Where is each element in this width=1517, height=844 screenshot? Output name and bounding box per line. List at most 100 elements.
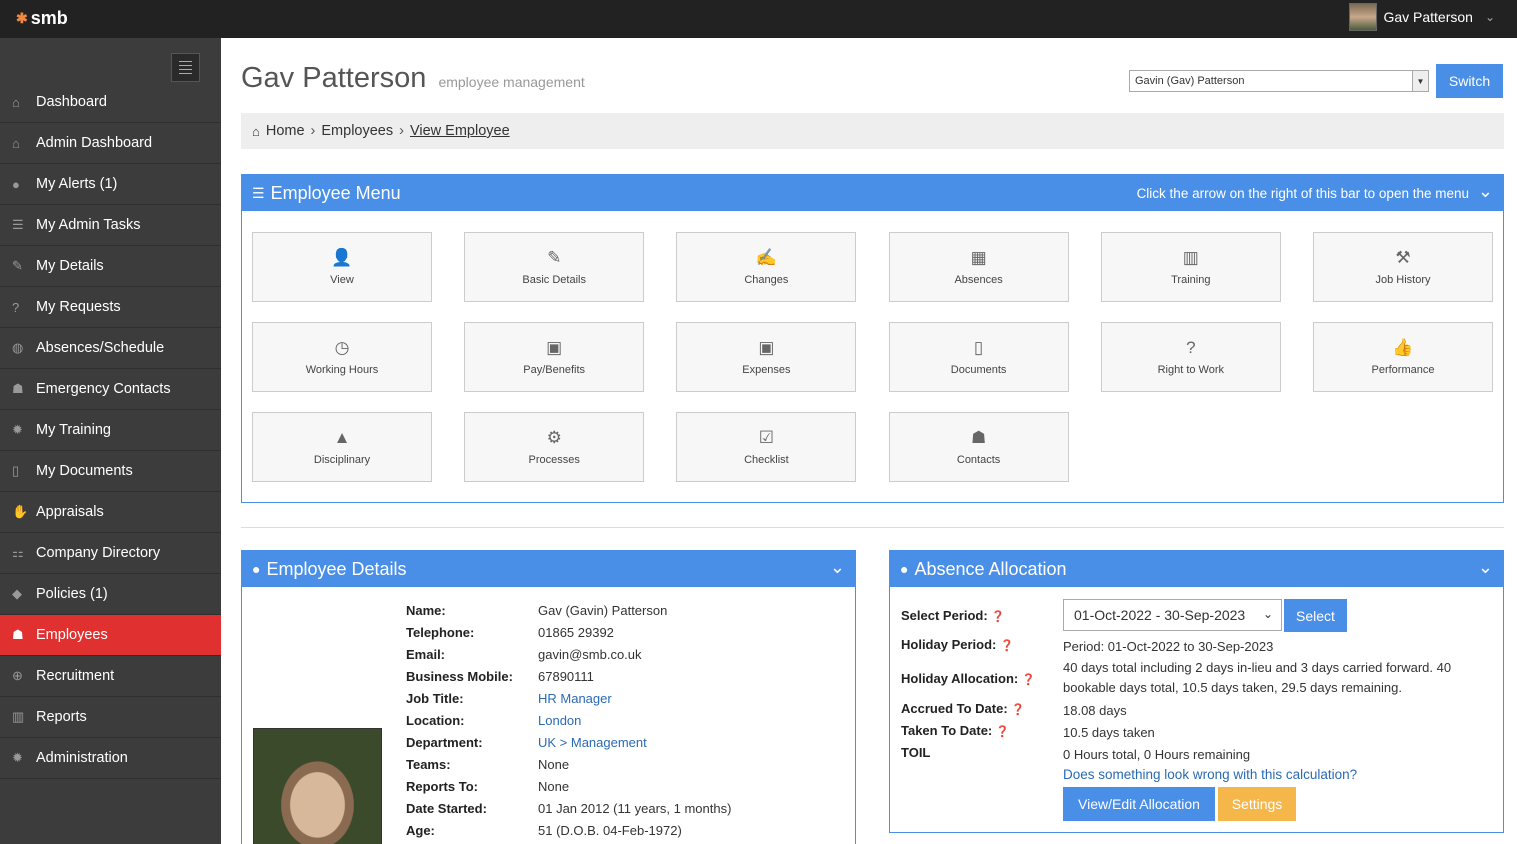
holiday-period-value: Period: 01-Oct-2022 to 30-Sep-2023 [1063, 639, 1274, 654]
detail-label: Teams: [406, 756, 451, 772]
detail-row: Job Title: HR Manager [406, 687, 612, 709]
plus-circle-icon: ⊕ [12, 668, 23, 683]
users-icon: ☗ [12, 381, 24, 396]
user-menu[interactable]: Gav Patterson ⌄ [1349, 3, 1495, 31]
sidebar-item-label: My Alerts (1) [36, 176, 118, 192]
employee-switch-select[interactable]: Gavin (Gav) Patterson ▼ [1129, 70, 1429, 92]
detail-label: Date Started: [406, 800, 487, 816]
sidebar-item-absences-schedule[interactable]: ◍ Absences/Schedule [0, 328, 221, 369]
sidebar-item-my-alerts-1[interactable]: ● My Alerts (1) [0, 164, 221, 205]
help-icon[interactable]: ❓ [1011, 704, 1025, 716]
menu-tile-view[interactable]: 👤 View [252, 232, 432, 302]
detail-row: Business Mobile: 67890111 [406, 665, 594, 687]
sidebar-item-my-details[interactable]: ✎ My Details [0, 246, 221, 287]
sidebar-item-administration[interactable]: ✹ Administration [0, 738, 221, 779]
menu-tile-label: View [330, 274, 354, 286]
question-icon: ? [12, 299, 20, 315]
sidebar-item-reports[interactable]: ▥ Reports [0, 697, 221, 738]
menu-tile-changes[interactable]: ✍ Changes [676, 232, 857, 302]
employee-menu-title: Employee Menu [270, 182, 401, 203]
menu-tile-checklist[interactable]: ☑ Checklist [676, 412, 857, 482]
menu-tile-documents[interactable]: ▯ Documents [888, 322, 1069, 392]
logo[interactable]: ✱ smb [16, 8, 68, 29]
accrued-label: Accrued To Date: ❓ [901, 701, 1025, 716]
money-icon: ▣ [546, 338, 563, 357]
detail-label: Telephone: [406, 624, 475, 640]
menu-tile-expenses[interactable]: ▣ Expenses [676, 322, 857, 392]
menu-tile-contacts[interactable]: ☗ Contacts [888, 412, 1069, 482]
absence-allocation-header[interactable]: ● Absence Allocation ⌄ [890, 551, 1503, 587]
sidebar-item-label: My Details [36, 258, 104, 274]
select-period-button[interactable]: Select [1284, 599, 1347, 632]
sidebar-item-appraisals[interactable]: ✋ Appraisals [0, 492, 221, 533]
menu-toggle-button[interactable] [171, 53, 200, 82]
sidebar-item-label: Policies (1) [36, 586, 108, 602]
user-icon: 👤 [331, 248, 353, 267]
pencil-icon: ✎ [547, 248, 562, 267]
detail-row: Teams: None [406, 753, 569, 775]
sidebar-item-employees[interactable]: ☗ Employees [0, 615, 221, 656]
menu-tile-job-history[interactable]: ⚒ Job History [1313, 232, 1493, 302]
chevron-down-icon[interactable]: ⌄ [1478, 557, 1493, 578]
breadcrumb-current[interactable]: View Employee [410, 123, 510, 139]
menu-tile-label: Contacts [956, 454, 1001, 466]
period-select[interactable]: 01-Oct-2022 - 30-Sep-2023 ⌄ [1063, 599, 1282, 631]
menu-tile-pay-benefits[interactable]: ▣ Pay/Benefits [464, 322, 645, 392]
absence-allocation-title: Absence Allocation [914, 558, 1067, 579]
menu-tile-basic-details[interactable]: ✎ Basic Details [464, 232, 645, 302]
sidebar-item-dashboard[interactable]: ⌂ Dashboard [0, 82, 221, 123]
detail-label: Name: [406, 602, 446, 618]
chevron-down-icon[interactable]: ⌄ [830, 557, 845, 578]
calculation-help-link[interactable]: Does something look wrong with this calc… [1063, 767, 1357, 782]
settings-button[interactable]: Settings [1218, 787, 1296, 821]
absence-allocation-panel: ● Absence Allocation ⌄ Select Period: ❓ … [889, 550, 1504, 833]
employee-details-panel: ● Employee Details ⌄ Name: Gav (Gavin) Pa… [241, 550, 856, 844]
menu-tile-processes[interactable]: ⚙ Processes [464, 412, 645, 482]
help-icon[interactable]: ❓ [991, 611, 1005, 623]
sidebar-item-policies-1[interactable]: ◆ Policies (1) [0, 574, 221, 615]
detail-value[interactable]: HR Manager [538, 691, 612, 706]
menu-tile-performance[interactable]: 👍 Performance [1313, 322, 1493, 392]
menu-tile-label: Basic Details [522, 274, 586, 286]
sidebar-item-label: Emergency Contacts [36, 381, 171, 397]
home-icon: ⌂ [12, 94, 20, 110]
menu-tile-right-to-work[interactable]: ? Right to Work [1100, 322, 1281, 392]
employee-menu-header[interactable]: ☰ Employee Menu Click the arrow on the r… [242, 175, 1503, 211]
chevron-down-icon[interactable]: ⌄ [1478, 181, 1493, 202]
view-edit-allocation-button[interactable]: View/Edit Allocation [1063, 787, 1215, 821]
help-icon[interactable]: ❓ [996, 726, 1010, 738]
sidebar-item-my-requests[interactable]: ? My Requests [0, 287, 221, 328]
home-icon: ⌂ [252, 123, 260, 139]
menu-tile-label: Checklist [744, 454, 789, 466]
menu-tile-disciplinary[interactable]: ▲ Disciplinary [252, 412, 432, 482]
detail-value[interactable]: London [538, 713, 581, 728]
check-square-icon: ☑ [758, 428, 775, 447]
employee-photo [253, 728, 382, 844]
sidebar-item-admin-dashboard[interactable]: ⌂ Admin Dashboard [0, 123, 221, 164]
breadcrumb-home[interactable]: Home [266, 123, 305, 139]
calendar-icon: ▦ [970, 248, 987, 267]
period-select-value: 01-Oct-2022 - 30-Sep-2023 [1074, 607, 1246, 623]
sidebar-item-label: Reports [36, 709, 87, 725]
menu-tile-absences[interactable]: ▦ Absences [888, 232, 1069, 302]
menu-tile-training[interactable]: ▥ Training [1100, 232, 1281, 302]
help-icon[interactable]: ❓ [1000, 640, 1014, 652]
sitemap-icon: ⚏ [12, 545, 24, 560]
sidebar-item-emergency-contacts[interactable]: ☗ Emergency Contacts [0, 369, 221, 410]
sidebar-item-recruitment[interactable]: ⊕ Recruitment [0, 656, 221, 697]
holiday-allocation-value: 40 days total including 2 days in-lieu a… [1063, 660, 1452, 695]
help-icon[interactable]: ❓ [1022, 674, 1036, 686]
employee-details-header[interactable]: ● Employee Details ⌄ [242, 551, 855, 587]
sidebar-item-my-admin-tasks[interactable]: ☰ My Admin Tasks [0, 205, 221, 246]
menu-tile-label: Processes [528, 454, 580, 466]
globe-icon: ◍ [12, 340, 24, 355]
switch-button[interactable]: Switch [1436, 64, 1503, 98]
employee-details-title: Employee Details [266, 558, 407, 579]
menu-tile-working-hours[interactable]: ◷ Working Hours [252, 322, 432, 392]
detail-value[interactable]: UK > Management [538, 735, 647, 750]
sidebar-item-company-directory[interactable]: ⚏ Company Directory [0, 533, 221, 574]
sidebar-item-my-training[interactable]: ✹ My Training [0, 410, 221, 451]
sidebar-item-my-documents[interactable]: ▯ My Documents [0, 451, 221, 492]
breadcrumb-employees[interactable]: Employees [321, 123, 393, 139]
detail-row: Telephone: 01865 29392 [406, 621, 614, 643]
